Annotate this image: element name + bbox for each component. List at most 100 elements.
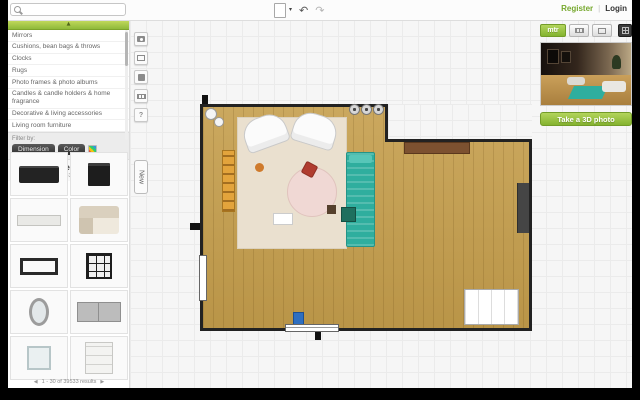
take-3d-photo-label: Take a 3D photo xyxy=(557,115,614,124)
paint-tool-button[interactable] xyxy=(134,70,148,84)
sideboard-icon xyxy=(77,302,121,322)
floorplan-room[interactable] xyxy=(200,104,532,331)
stool-orange[interactable] xyxy=(255,163,264,172)
new-document-icon[interactable] xyxy=(274,3,286,18)
wall-unit-dark[interactable] xyxy=(517,183,529,233)
camera-tool-button[interactable] xyxy=(134,32,148,46)
grid-icon xyxy=(622,27,629,34)
product-thumbnail[interactable] xyxy=(70,198,128,242)
image-tool-button[interactable] xyxy=(134,51,148,65)
cube-table-green[interactable] xyxy=(341,207,356,222)
units-feet-button[interactable] xyxy=(569,24,589,37)
catalog-sidebar: ▲ Mirrors Cushions, bean bags & throws C… xyxy=(8,20,130,388)
side-table-dark[interactable] xyxy=(327,205,336,214)
canvas-toolbar: ▾ ↶ ↷ xyxy=(274,2,324,18)
product-thumbnail[interactable] xyxy=(70,152,128,196)
wall-marker xyxy=(315,331,321,340)
ceiling-speaker-icon[interactable] xyxy=(349,104,360,115)
undo-icon[interactable]: ↶ xyxy=(299,5,308,16)
category-item[interactable]: Photo frames & photo albums xyxy=(8,77,129,89)
preview-sofa xyxy=(602,81,626,92)
category-item[interactable]: Cushions, bean bags & throws xyxy=(8,42,129,54)
room-wall-notch xyxy=(385,104,532,142)
chevron-down-icon[interactable]: ▾ xyxy=(289,7,292,13)
help-icon: ? xyxy=(139,112,143,119)
product-thumbnail[interactable] xyxy=(10,198,68,242)
redo-icon[interactable]: ↷ xyxy=(315,5,324,16)
product-grid xyxy=(10,152,128,380)
dresser-white-icon xyxy=(85,342,113,374)
prev-page-icon[interactable]: ◀ xyxy=(34,380,38,385)
category-collapse-bar[interactable]: ▲ xyxy=(8,20,129,30)
pillow-teal xyxy=(349,155,372,163)
ornate-mirror-icon xyxy=(29,298,49,326)
filter-by-label: Filter by: xyxy=(12,136,125,142)
coffee-table-white[interactable] xyxy=(273,213,293,225)
category-item[interactable]: Rugs xyxy=(8,65,129,77)
category-item[interactable]: Clocks xyxy=(8,54,129,66)
scrollbar-thumb[interactable] xyxy=(125,32,128,66)
ceiling-speaker-icon[interactable] xyxy=(373,104,384,115)
account-links: Register | Login xyxy=(561,4,627,13)
account-divider: | xyxy=(598,4,600,13)
product-thumbnail[interactable] xyxy=(10,336,68,380)
product-thumbnail[interactable] xyxy=(10,290,68,334)
collapse-up-icon: ▲ xyxy=(67,22,71,27)
glass-table-icon xyxy=(27,346,51,370)
new-tab-label: New xyxy=(138,170,145,184)
image-icon xyxy=(598,28,606,34)
canvas-tool-column: ? xyxy=(134,32,148,127)
room-planner-app: ▾ ↶ ↷ Register | Login ▲ Mirrors Cushion… xyxy=(8,0,632,388)
search-box[interactable] xyxy=(10,3,126,16)
measure-tool-button[interactable] xyxy=(134,89,148,103)
product-thumbnail[interactable] xyxy=(70,336,128,380)
console-brown[interactable] xyxy=(404,142,470,154)
panel-rug-white[interactable] xyxy=(464,289,519,325)
3d-preview-thumbnail[interactable] xyxy=(540,42,632,106)
pagination-text: 1 - 30 of 39533 results xyxy=(42,379,97,385)
coffee-table-open-icon xyxy=(20,258,58,275)
paint-icon xyxy=(138,74,145,81)
fullscreen-button[interactable] xyxy=(618,24,632,37)
ruler-icon xyxy=(575,28,584,33)
product-thumbnail[interactable] xyxy=(70,244,128,288)
register-link[interactable]: Register xyxy=(561,4,593,13)
ladder-shelf-yellow[interactable] xyxy=(222,150,235,212)
ruler-icon xyxy=(137,94,146,99)
category-item[interactable]: Mirrors xyxy=(8,30,129,42)
preview-plant xyxy=(612,55,621,69)
console-table-icon xyxy=(17,215,61,226)
preview-picture-frame xyxy=(561,51,571,63)
camera-icon xyxy=(137,36,145,42)
category-item[interactable]: Living room furniture xyxy=(8,120,129,132)
wall-marker xyxy=(190,223,200,230)
search-input[interactable] xyxy=(24,5,122,14)
new-design-tab[interactable]: New xyxy=(134,160,148,194)
daybed-teal[interactable] xyxy=(346,152,375,247)
units-meter-label: mtr xyxy=(547,27,558,34)
coffee-table-black-icon xyxy=(19,166,59,183)
ceiling-speaker-icon[interactable] xyxy=(361,104,372,115)
corner-sofa-icon xyxy=(79,206,119,234)
floor-lamp[interactable] xyxy=(214,117,224,127)
image-icon xyxy=(137,55,145,61)
product-thumbnail[interactable] xyxy=(70,290,128,334)
category-item[interactable]: Candles & candle holders & home fragranc… xyxy=(8,89,129,109)
window[interactable] xyxy=(199,255,207,301)
window[interactable] xyxy=(285,324,339,332)
sidebar-scrollbar[interactable] xyxy=(125,30,128,140)
cube-shelving-icon xyxy=(86,253,112,279)
category-list: Mirrors Cushions, bean bags & throws Clo… xyxy=(8,30,129,132)
preview-picture-frame xyxy=(547,49,559,64)
top-toolbar: ▾ ↶ ↷ Register | Login xyxy=(8,0,632,21)
login-link[interactable]: Login xyxy=(605,4,627,13)
product-thumbnail[interactable] xyxy=(10,152,68,196)
units-meter-button[interactable]: mtr xyxy=(540,24,566,37)
take-3d-photo-button[interactable]: Take a 3D photo xyxy=(540,112,632,126)
product-thumbnail[interactable] xyxy=(10,244,68,288)
category-item[interactable]: Decorative & living accessories xyxy=(8,109,129,121)
help-tool-button[interactable]: ? xyxy=(134,108,148,122)
view-options-button[interactable] xyxy=(592,24,612,37)
wall-marker xyxy=(202,95,208,104)
next-page-icon[interactable]: ▶ xyxy=(100,380,104,385)
